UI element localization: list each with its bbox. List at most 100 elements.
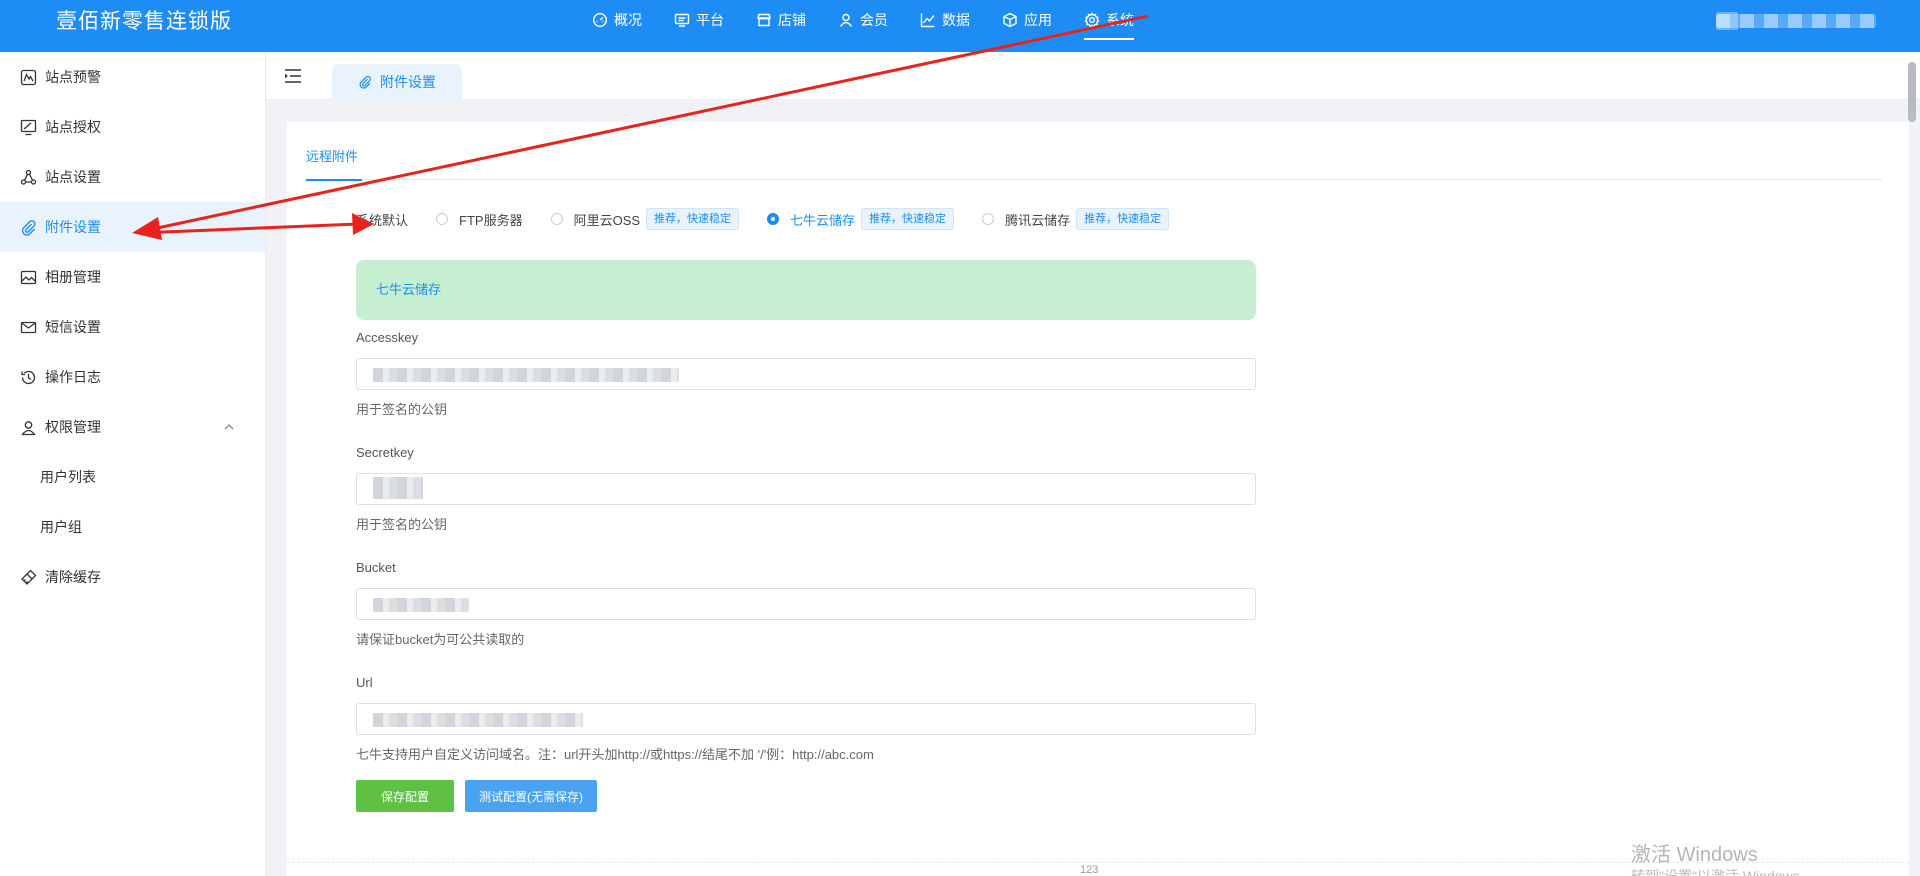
field-help: 七牛支持用户自定义访问域名。注：url开头加http://或https://结尾…: [356, 747, 874, 762]
sidebar-item-label: 站点授权: [45, 119, 101, 135]
radio-ftp[interactable]: FTP服务器: [436, 210, 523, 229]
chevron-up-icon: [224, 424, 234, 430]
url-field: Url 七牛支持用户自定义访问域名。注：url开头加http://或https:…: [356, 673, 1256, 765]
gauge-icon: [592, 12, 608, 28]
cube-icon: [1003, 12, 1017, 28]
sidebar-item-label: 附件设置: [45, 219, 101, 235]
redacted-value: [373, 598, 469, 612]
sidebar-item-label: 站点预警: [45, 69, 101, 85]
radio-label: 腾讯云储存: [1005, 212, 1071, 228]
field-help: 用于签名的公钥: [356, 402, 448, 417]
sidebar-item-permissions[interactable]: 权限管理: [0, 402, 265, 452]
paperclip-icon: [359, 75, 371, 89]
radio-label: 阿里云OSS: [573, 212, 641, 228]
top-nav: 概况 平台 店铺 会员 数据 应用 系统: [592, 0, 1166, 52]
sidebar-item-label: 相册管理: [45, 269, 101, 285]
image-icon: [20, 270, 37, 284]
save-config-button[interactable]: 保存配置: [356, 780, 454, 812]
radio-circle-checked[interactable]: [767, 213, 780, 225]
broom-icon: [21, 569, 37, 585]
paperclip-icon: [21, 219, 36, 236]
user-menu-blurred[interactable]: [1716, 14, 1876, 28]
radio-system-default[interactable]: 系统默认: [356, 210, 408, 229]
chart-icon: [920, 13, 935, 28]
radio-label: FTP服务器: [459, 212, 523, 228]
radio-qiniu[interactable]: 七牛云储存 推荐，快速稳定: [767, 208, 955, 230]
field-help: 请保证bucket为可公共读取的: [356, 632, 525, 647]
windows-watermark-title: 激活 Windows: [1631, 844, 1758, 866]
accesskey-input[interactable]: [356, 358, 1256, 390]
radio-label: 系统默认: [356, 212, 409, 228]
field-label: Bucket: [356, 560, 396, 575]
topnav-store[interactable]: 店铺: [756, 0, 806, 40]
topnav-label: 系统: [1106, 12, 1134, 28]
radio-circle[interactable]: [550, 213, 563, 225]
radio-circle[interactable]: [982, 213, 995, 225]
topnav-label: 应用: [1024, 12, 1052, 28]
monitor-icon: [674, 13, 690, 27]
windows-watermark-subtitle: 转到"设置"以激活 Windows。: [1631, 868, 1814, 876]
top-bar: 壹佰新零售连锁版 概况 平台 店铺 会员 数据 应用 系统: [0, 0, 1920, 52]
sidebar-item-sms[interactable]: 短信设置: [0, 302, 265, 352]
topnav-member[interactable]: 会员: [838, 0, 888, 40]
sidebar: 站点预警 站点授权 站点设置 附件设置 相册管理 短信设置 操作日志 权限管理 …: [0, 52, 266, 876]
storage-notice: 七牛云储存: [356, 260, 1256, 320]
settings-panel: 远程附件 系统默认 FTP服务器 阿里云OSS 推荐，快速稳定 七牛云储存 推荐…: [287, 122, 1909, 876]
sidebar-item-site-warning[interactable]: 站点预警: [0, 52, 265, 102]
topnav-label: 平台: [696, 12, 724, 28]
bucket-input[interactable]: [356, 588, 1256, 620]
topnav-apps[interactable]: 应用: [1002, 0, 1052, 40]
sidebar-item-site-settings[interactable]: 站点设置: [0, 152, 265, 202]
sidebar-item-label: 操作日志: [45, 369, 101, 385]
sidebar-item-label: 用户组: [40, 519, 82, 535]
storage-radio-group: 系统默认 FTP服务器 阿里云OSS 推荐，快速稳定 七牛云储存 推荐，快速稳定…: [356, 206, 1197, 232]
history-icon: [21, 370, 36, 384]
topnav-label: 概况: [614, 12, 642, 28]
tab-attachment-settings[interactable]: 附件设置: [332, 64, 462, 100]
sidebar-item-label: 权限管理: [45, 419, 101, 435]
sidebar-item-clear-cache[interactable]: 清除缓存: [0, 552, 265, 602]
radio-circle[interactable]: [436, 213, 449, 225]
recommend-badge: 推荐，快速稳定: [646, 208, 740, 230]
sidebar-item-label: 站点设置: [45, 169, 101, 185]
redacted-value: [373, 477, 423, 499]
radio-label: 七牛云储存: [790, 212, 856, 228]
topnav-label: 会员: [860, 12, 888, 28]
tab-label: 附件设置: [380, 74, 436, 90]
url-input[interactable]: [356, 703, 1256, 735]
secretkey-input[interactable]: [356, 473, 1256, 505]
sidebar-item-label: 清除缓存: [45, 569, 101, 585]
license-icon: [20, 119, 37, 135]
subtab-bar: 远程附件: [306, 146, 1882, 181]
sidebar-item-attachment-settings[interactable]: 附件设置: [0, 202, 265, 252]
store-icon: [757, 13, 771, 27]
sidebar-subitem-user-group[interactable]: 用户组: [0, 502, 265, 552]
menu-fold-icon[interactable]: [284, 68, 302, 84]
topnav-overview[interactable]: 概况: [592, 0, 642, 40]
network-icon: [20, 169, 37, 185]
sidebar-item-label: 用户列表: [40, 469, 96, 485]
field-label: Accesskey: [356, 330, 419, 345]
recommend-badge: 推荐，快速稳定: [1076, 208, 1170, 230]
sidebar-subitem-user-list[interactable]: 用户列表: [0, 452, 265, 502]
scrollbar-thumb[interactable]: [1908, 62, 1916, 122]
app-title: 壹佰新零售连锁版: [56, 10, 232, 33]
radio-tencent-cos[interactable]: 腾讯云储存 推荐，快速稳定: [982, 208, 1170, 230]
topnav-label: 店铺: [778, 12, 806, 28]
bucket-field: Bucket 请保证bucket为可公共读取的: [356, 558, 1256, 650]
topnav-platform[interactable]: 平台: [674, 0, 724, 40]
radio-aliyun-oss[interactable]: 阿里云OSS 推荐，快速稳定: [550, 208, 740, 230]
tab-bar: 附件设置: [266, 52, 1920, 100]
topnav-system[interactable]: 系统: [1084, 0, 1134, 40]
footer-text: 123: [1080, 864, 1099, 876]
field-label: Secretkey: [356, 445, 414, 460]
warning-chart-icon: [20, 69, 37, 85]
tab-remote-attachment[interactable]: 远程附件: [306, 146, 363, 181]
secretkey-field: Secretkey 用于签名的公钥: [356, 443, 1256, 535]
sidebar-item-album[interactable]: 相册管理: [0, 252, 265, 302]
sidebar-item-site-license[interactable]: 站点授权: [0, 102, 265, 152]
topnav-data[interactable]: 数据: [920, 0, 970, 40]
sidebar-item-operation-log[interactable]: 操作日志: [0, 352, 265, 402]
test-config-button[interactable]: 测试配置(无需保存): [465, 780, 597, 812]
recommend-badge: 推荐，快速稳定: [861, 208, 955, 230]
